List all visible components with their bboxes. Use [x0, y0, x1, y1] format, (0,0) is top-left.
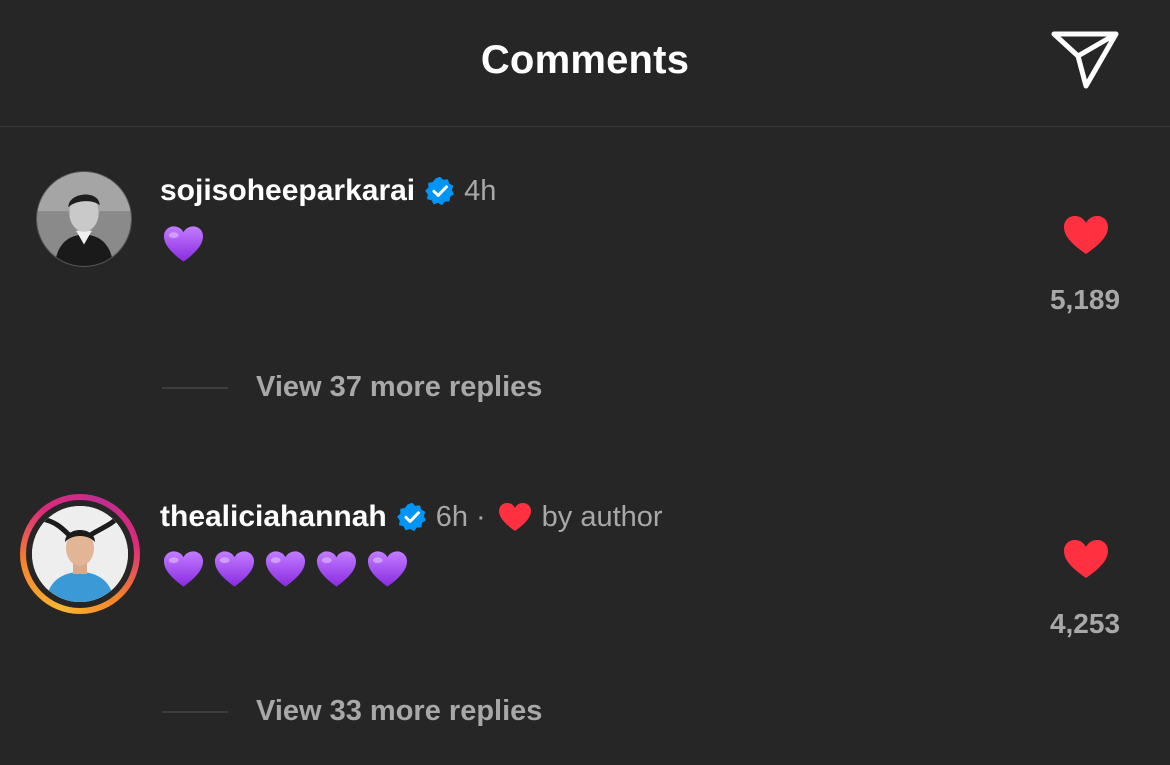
like-count: 5,189	[1049, 284, 1121, 315]
avatar[interactable]	[36, 171, 132, 267]
purple-heart-emoji	[163, 551, 204, 587]
page-title: Comments	[480, 38, 690, 82]
comment-text	[162, 224, 205, 264]
separator-dot: ·	[476, 500, 486, 533]
comments-screen: Comments sojisoheeparkarai 4h 5,189 View…	[0, 0, 1170, 765]
profile-photo	[37, 172, 131, 266]
view-replies-label[interactable]: View 37 more replies	[256, 371, 542, 404]
purple-heart-emoji	[367, 551, 408, 587]
comment-item: sojisoheeparkarai 4h 5,189 View 37 more …	[0, 126, 1170, 446]
like-count: 4,253	[1049, 608, 1121, 639]
profile-photo	[32, 506, 128, 602]
heart-icon[interactable]	[1062, 214, 1110, 256]
heart-icon[interactable]	[1062, 538, 1110, 580]
purple-heart-emoji	[163, 226, 204, 262]
username[interactable]: thealiciahannah	[160, 500, 387, 534]
comment-item: thealiciahannah 6h · by author 4,253 Vie…	[0, 446, 1170, 765]
header: Comments	[0, 0, 1170, 127]
timestamp: 6h	[435, 500, 468, 533]
username[interactable]: sojisoheeparkarai	[160, 174, 415, 208]
purple-heart-emoji	[214, 551, 255, 587]
purple-heart-emoji	[265, 551, 306, 587]
paper-plane-icon[interactable]	[1050, 28, 1122, 92]
verified-badge-icon	[396, 502, 426, 532]
story-ring-gap	[26, 500, 134, 608]
timestamp: 4h	[464, 174, 497, 207]
verified-badge-icon	[425, 176, 455, 206]
comment-header: sojisoheeparkarai 4h	[160, 174, 496, 208]
comment-text	[162, 549, 409, 589]
view-replies-button[interactable]: View 33 more replies	[162, 695, 542, 728]
avatar[interactable]	[20, 494, 140, 614]
purple-heart-emoji	[316, 551, 357, 587]
view-replies-button[interactable]: View 37 more replies	[162, 371, 542, 404]
liked-by-author-label: by author	[541, 500, 663, 533]
replies-divider	[162, 386, 228, 389]
liked-by-author-heart-icon	[498, 503, 531, 531]
replies-divider	[162, 710, 228, 713]
comment-header: thealiciahannah 6h · by author	[160, 500, 663, 534]
view-replies-label[interactable]: View 33 more replies	[256, 695, 542, 728]
